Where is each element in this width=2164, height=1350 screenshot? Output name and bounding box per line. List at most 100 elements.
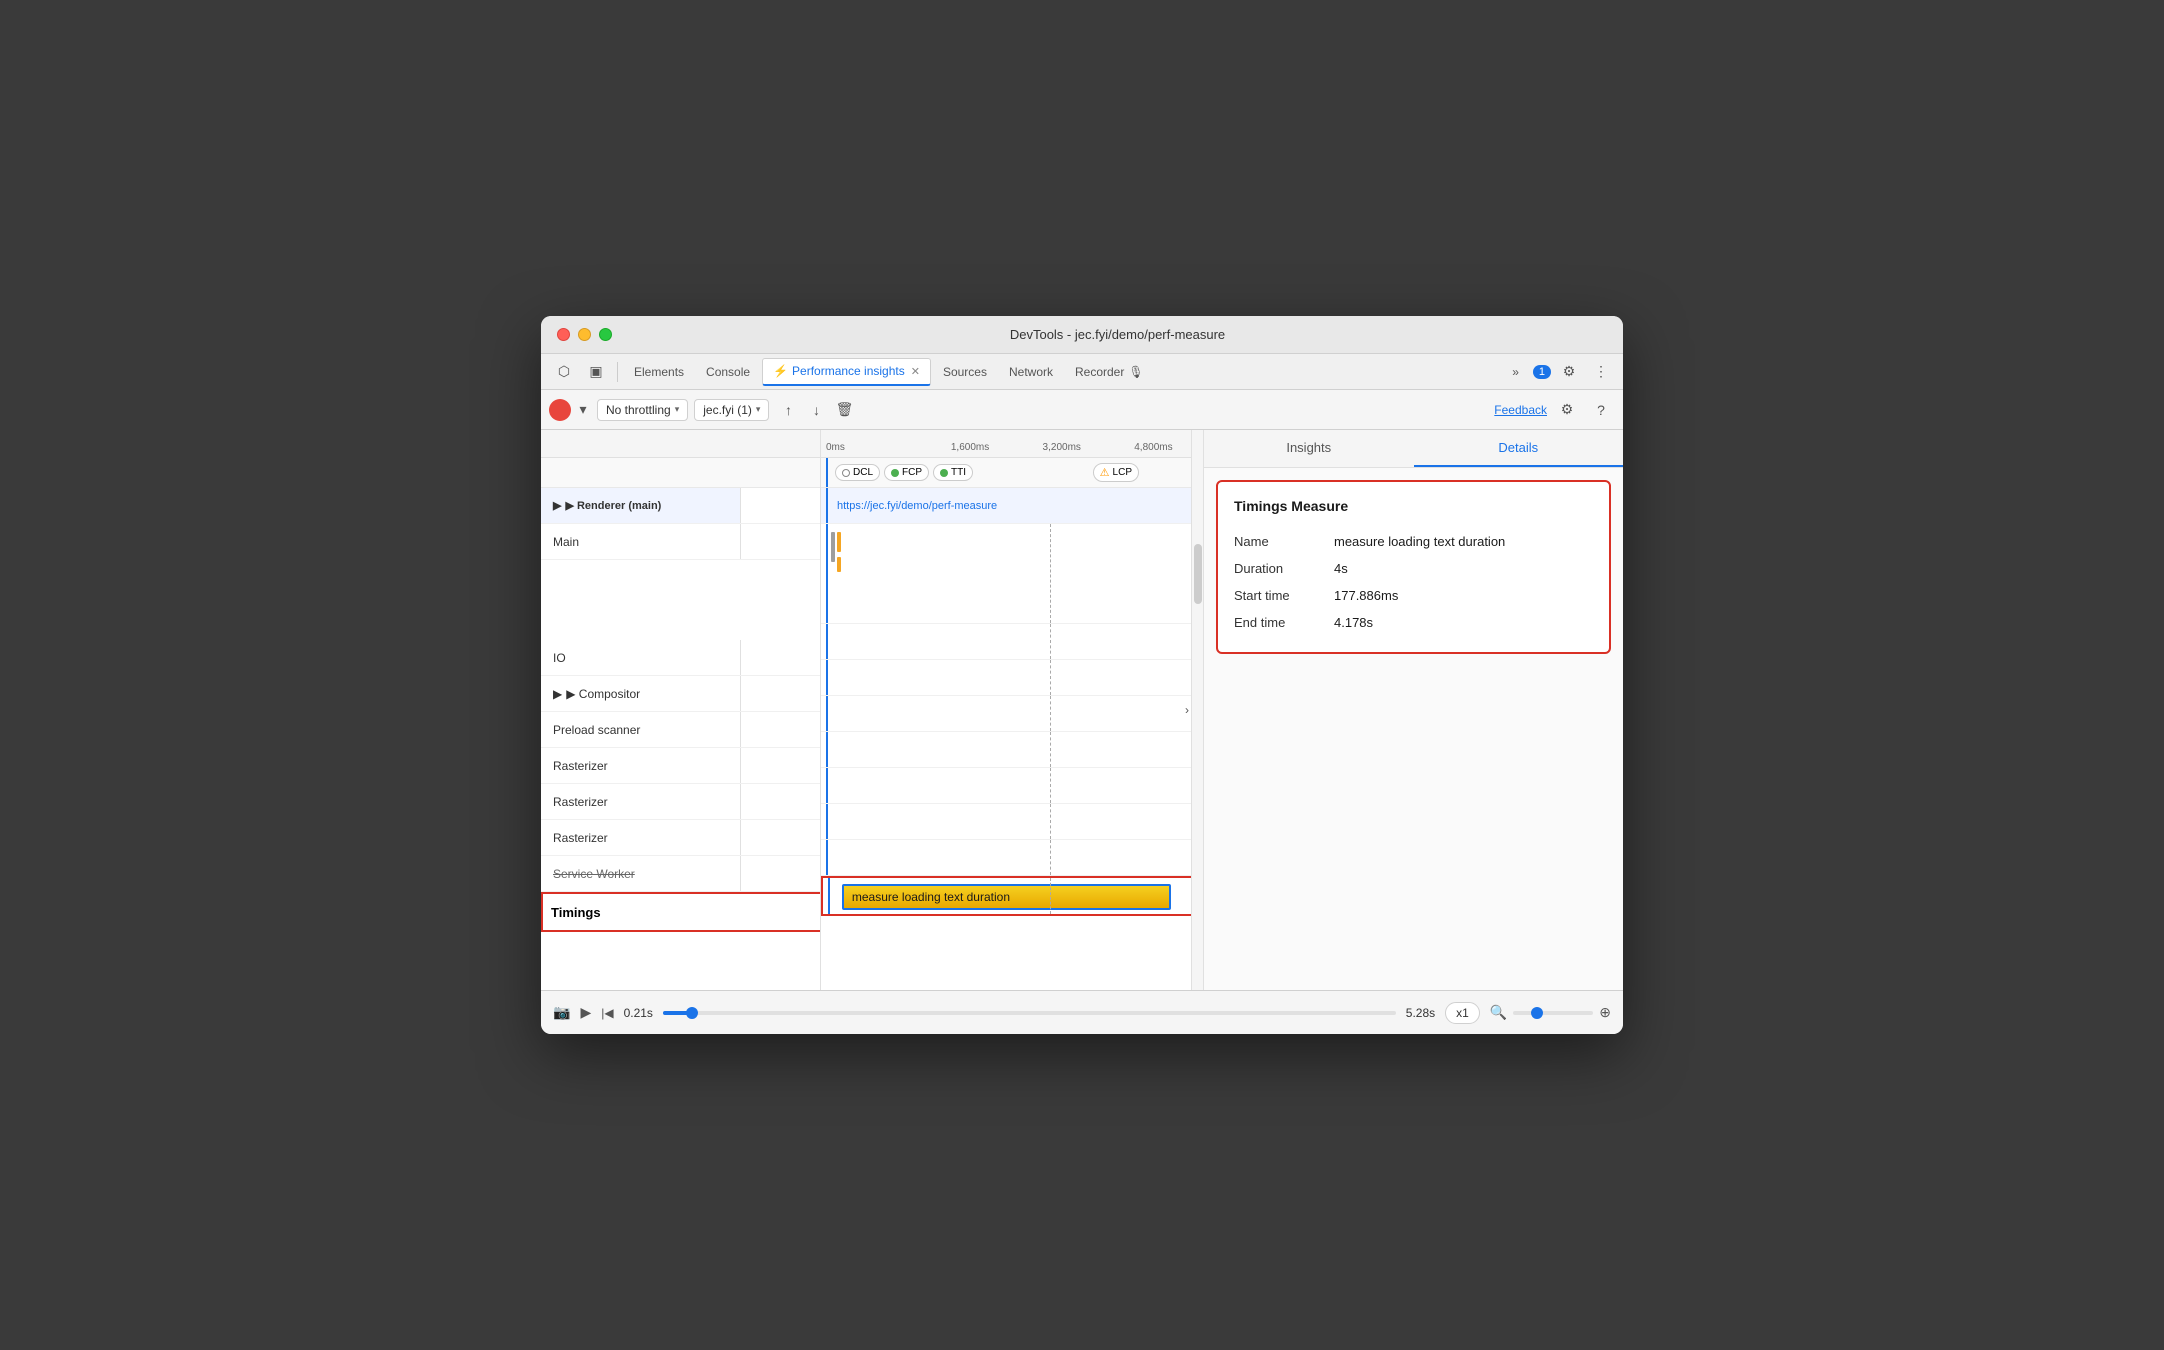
devtools-tabbar: ⬡ ▣ Elements Console ⚡ Performance insig… <box>541 354 1623 390</box>
ruler-spacer <box>541 430 820 458</box>
upload-icon[interactable]: ↑ <box>775 397 801 423</box>
url-cursor <box>826 488 828 523</box>
profile-selector[interactable]: jec.fyi (1) ▾ <box>694 399 769 421</box>
tab-details[interactable]: Details <box>1414 430 1624 467</box>
card-title: Timings Measure <box>1234 498 1593 514</box>
rasterizer3-cursor <box>826 804 828 839</box>
dashed-line-io <box>1050 624 1051 659</box>
track-row-preload: Preload scanner <box>541 712 820 748</box>
toolbar-settings-icon[interactable]: ⚙ <box>1553 396 1581 424</box>
feedback-link[interactable]: Feedback <box>1494 403 1547 417</box>
tab-network[interactable]: Network <box>999 358 1063 386</box>
compositor-track <box>821 660 1203 696</box>
tab-console[interactable]: Console <box>696 358 760 386</box>
throttling-arrow-icon: ▾ <box>675 404 680 415</box>
dashed-line-timings <box>1050 878 1051 914</box>
track-row-compositor: ▶ ▶ Compositor <box>541 676 820 712</box>
row-value-name: measure loading text duration <box>1334 534 1505 549</box>
tab-insights[interactable]: Insights <box>1204 430 1414 467</box>
time-start: 0.21s <box>624 1006 653 1020</box>
rasterizer1-cursor <box>826 732 828 767</box>
renderer-label: ▶ ▶ Renderer (main) <box>541 488 741 523</box>
zoom-slider[interactable] <box>1513 1011 1593 1015</box>
fcp-dot <box>891 469 899 477</box>
speed-selector[interactable]: x1 <box>1445 1002 1480 1024</box>
renderer-expand-icon[interactable]: ▶ <box>553 499 561 512</box>
expand-panel-icon[interactable]: › <box>1185 703 1189 717</box>
rasterizer-1-track <box>821 732 1203 768</box>
lcp-flag[interactable]: ⚠ LCP <box>1093 463 1139 482</box>
compositor-expand-icon[interactable]: ▶ <box>553 687 562 701</box>
chat-badge[interactable]: 1 <box>1533 365 1551 379</box>
zoom-in-icon[interactable]: ⊕ <box>1599 1004 1611 1021</box>
track-row-url: ▶ ▶ Renderer (main) <box>541 488 820 524</box>
timeline-area: 0ms 1,600ms 3,200ms 4,800ms DCL FCP T <box>821 430 1203 990</box>
ruler-mark-4800: 4,800ms <box>1134 442 1172 453</box>
spacer-rows <box>541 560 820 640</box>
settings-icon[interactable]: ⚙ <box>1555 358 1583 386</box>
maximize-button[interactable] <box>599 328 612 341</box>
minimize-button[interactable] <box>578 328 591 341</box>
tab-close-icon[interactable]: ✕ <box>911 365 920 378</box>
toolbar: ▾ No throttling ▾ jec.fyi (1) ▾ ↑ ↓ 🗑 Fe… <box>541 390 1623 430</box>
tab-elements[interactable]: Elements <box>624 358 694 386</box>
ruler-mark-0: 0ms <box>826 442 845 453</box>
rasterizer2-cursor <box>826 768 828 803</box>
tti-flag[interactable]: TTI <box>933 464 973 481</box>
tti-label: TTI <box>951 467 966 478</box>
details-row-start: Start time 177.886ms <box>1234 582 1593 609</box>
flags-row: DCL FCP TTI ⚠ LCP <box>821 458 1203 488</box>
row-value-start: 177.886ms <box>1334 588 1398 603</box>
fcp-label: FCP <box>902 467 922 478</box>
device-icon[interactable]: ▣ <box>581 358 611 386</box>
scrollbar-thumb[interactable] <box>1194 544 1202 604</box>
main-content: ▶ ▶ Renderer (main) Main IO ▶ <box>541 430 1623 990</box>
preload-label: Preload scanner <box>541 712 741 747</box>
close-button[interactable] <box>557 328 570 341</box>
timings-bar[interactable]: measure loading text duration <box>842 884 1171 910</box>
toolbar-help-icon[interactable]: ? <box>1587 396 1615 424</box>
record-button[interactable] <box>549 399 571 421</box>
throttling-dropdown[interactable]: No throttling ▾ <box>597 399 688 421</box>
zoom-out-icon[interactable]: 🔍 <box>1490 1004 1507 1021</box>
track-row-rasterizer-2: Rasterizer <box>541 784 820 820</box>
dcl-flag[interactable]: DCL <box>835 464 880 481</box>
mini-bar-2 <box>837 532 841 552</box>
more-tabs-button[interactable]: » <box>1502 358 1529 386</box>
timeline-scrollbar[interactable] <box>1191 430 1203 990</box>
progress-slider[interactable] <box>663 1011 1396 1015</box>
dcl-dot <box>842 469 850 477</box>
serviceworker-label: Service Worker <box>541 856 741 891</box>
progress-thumb[interactable] <box>686 1007 698 1019</box>
recorder-icon: 🎙 <box>1128 365 1143 379</box>
rasterizer-3-track <box>821 804 1203 840</box>
record-dropdown-arrow[interactable]: ▾ <box>575 396 591 424</box>
io-cursor <box>826 624 828 659</box>
track-row-rasterizer-3: Rasterizer <box>541 820 820 856</box>
timings-label: Timings <box>551 905 601 920</box>
fcp-flag[interactable]: FCP <box>884 464 929 481</box>
track-row-rasterizer-1: Rasterizer <box>541 748 820 784</box>
url-text: https://jec.fyi/demo/perf-measure <box>837 500 997 512</box>
row-label-end: End time <box>1234 615 1334 630</box>
tab-separator <box>617 362 618 382</box>
delete-icon[interactable]: 🗑 <box>831 397 857 423</box>
tab-performance-insights[interactable]: ⚡ Performance insights ✕ <box>762 358 931 386</box>
dashed-line-r3 <box>1050 804 1051 839</box>
zoom-thumb[interactable] <box>1531 1007 1543 1019</box>
skip-button[interactable]: |◀ <box>601 1006 613 1020</box>
row-label-duration: Duration <box>1234 561 1334 576</box>
play-button[interactable]: ▶ <box>580 1004 591 1021</box>
preload-cursor <box>826 696 828 731</box>
cursor-icon[interactable]: ⬡ <box>549 358 579 386</box>
dashed-line-r1 <box>1050 732 1051 767</box>
window-title: DevTools - jec.fyi/demo/perf-measure <box>628 327 1607 342</box>
timings-bar-label: measure loading text duration <box>852 890 1010 904</box>
tab-recorder[interactable]: Recorder 🎙 <box>1065 358 1154 386</box>
screenshot-icon[interactable]: 📷 <box>553 1004 570 1021</box>
timeline-cursor <box>826 458 828 487</box>
tab-sources[interactable]: Sources <box>933 358 997 386</box>
download-icon[interactable]: ↓ <box>803 397 829 423</box>
more-icon[interactable]: ⋮ <box>1587 358 1615 386</box>
dashed-line-r2 <box>1050 768 1051 803</box>
